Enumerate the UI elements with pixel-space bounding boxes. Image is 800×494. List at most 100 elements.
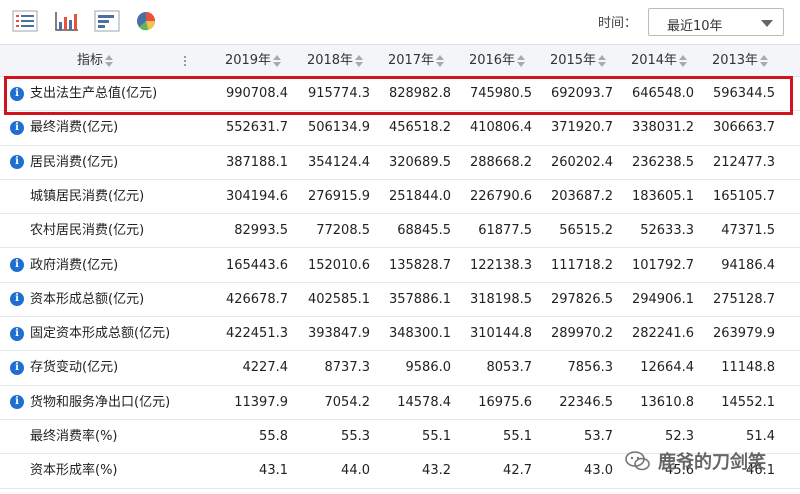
table-row: i 固定资本形成总额(亿元) 422451.3 393847.9 348300.1 310… <box>0 317 800 352</box>
table-row: i 最终消费(亿元) 552631.7 506134.9 456518.2 410806.… <box>0 111 800 146</box>
table-cell: 422451.3 <box>225 326 288 342</box>
table-cell: 8737.3 <box>324 360 371 376</box>
table-cell: 402585.1 <box>307 291 370 307</box>
table-cell: 915774.3 <box>307 86 370 101</box>
table-cell: 68845.5 <box>397 223 451 239</box>
info-icon[interactable]: i <box>10 360 24 375</box>
row-label: 城镇居民消费(亿元) <box>30 188 145 204</box>
row-indicator: 城镇居民消费(亿元) <box>10 180 144 214</box>
table-row: 城镇居民消费(亿元) 304194.6 276915.9 251844.0 226790… <box>0 180 800 215</box>
info-icon[interactable]: i <box>10 326 24 341</box>
table-cell: 152010.6 <box>307 257 370 273</box>
table-cell: 203687.2 <box>550 188 613 204</box>
table-cell: 43.2 <box>422 463 451 479</box>
table-cell: 552631.7 <box>225 120 288 136</box>
table-header: 指标 2019年 2018年 2017年 2016年 2015年 2014年 2013年 <box>0 44 800 77</box>
table-cell: 251844.0 <box>388 188 451 204</box>
info-icon[interactable]: i <box>10 120 24 135</box>
header-indicator[interactable]: 指标 <box>10 45 180 76</box>
table-cell: 183605.1 <box>631 188 694 204</box>
row-indicator: i 资本形成总额(亿元) <box>10 283 144 317</box>
header-year[interactable]: 2013年 <box>701 45 779 76</box>
table-cell: 297826.5 <box>550 291 613 307</box>
table-cell: 506134.9 <box>307 120 370 136</box>
table-cell: 282241.6 <box>631 326 694 342</box>
table-cell: 42.7 <box>503 463 532 479</box>
header-year[interactable]: 2014年 <box>620 45 698 76</box>
table-cell: 165443.6 <box>225 257 288 273</box>
table-cell: 52633.3 <box>640 223 694 239</box>
table-cell: 692093.7 <box>550 86 613 101</box>
header-year[interactable]: 2015年 <box>539 45 617 76</box>
watermark-text: 鹿爷的刀剑笑 <box>658 452 766 473</box>
header-year[interactable]: 2016年 <box>458 45 536 76</box>
time-range-value: 最近10年 <box>667 19 723 34</box>
header-year[interactable]: 2017年 <box>377 45 455 76</box>
row-indicator: i 固定资本形成总额(亿元) <box>10 317 170 351</box>
table-cell: 212477.3 <box>712 154 775 170</box>
table-cell: 320689.5 <box>388 154 451 170</box>
pie-chart-icon[interactable] <box>134 10 160 32</box>
table-cell: 289970.2 <box>550 326 613 342</box>
table-cell: 304194.6 <box>225 188 288 204</box>
sort-icon <box>679 54 688 67</box>
table-cell: 55.8 <box>259 429 288 444</box>
row-label: 最终消费率(%) <box>30 429 118 444</box>
table-cell: 165105.7 <box>712 188 775 204</box>
row-indicator: 农村居民消费(亿元) <box>10 214 144 248</box>
table-cell: 745980.5 <box>469 86 532 101</box>
row-label: 居民消费(亿元) <box>30 154 119 170</box>
time-range-select[interactable]: 最近10年 <box>648 8 784 36</box>
sort-icon <box>598 54 607 67</box>
table-row: i 货物和服务净出口(亿元) 11397.9 7054.2 14578.4 16975.6… <box>0 386 800 420</box>
row-label: 支出法生产总值(亿元) <box>30 86 158 101</box>
table-cell: 77208.5 <box>316 223 370 239</box>
column-grip-icon[interactable] <box>184 54 194 68</box>
table-cell: 55.1 <box>503 429 532 444</box>
table-cell: 53.7 <box>584 429 613 444</box>
bar-chart-icon[interactable] <box>54 10 80 32</box>
horizontal-bar-icon[interactable] <box>94 10 120 32</box>
wechat-icon <box>625 451 650 471</box>
table-cell: 22346.5 <box>559 394 613 410</box>
table-cell: 44.0 <box>341 463 370 479</box>
row-label: 农村居民消费(亿元) <box>30 223 145 239</box>
header-year[interactable]: 2019年 <box>214 45 292 76</box>
row-indicator: 资本形成率(%) <box>10 454 118 488</box>
table-cell: 426678.7 <box>225 291 288 307</box>
row-label: 资本形成率(%) <box>30 463 118 479</box>
table-cell: 288668.2 <box>469 154 532 170</box>
table-cell: 4227.4 <box>242 360 289 376</box>
table-cell: 236238.5 <box>631 154 694 170</box>
info-icon[interactable]: i <box>10 292 24 307</box>
sort-icon <box>517 54 526 67</box>
row-label: 政府消费(亿元) <box>30 257 119 273</box>
table-cell: 371920.7 <box>550 120 613 136</box>
info-icon[interactable]: i <box>10 155 24 170</box>
table-cell: 306663.7 <box>712 120 775 136</box>
table-cell: 7856.3 <box>567 360 614 376</box>
row-indicator: 最终消费率(%) <box>10 420 118 454</box>
table-cell: 43.1 <box>259 463 288 479</box>
info-icon[interactable]: i <box>10 395 24 410</box>
table-row: i 存货变动(亿元) 4227.4 8737.3 9586.0 8053.7 7856.3 1… <box>0 351 800 386</box>
list-icon[interactable] <box>12 10 38 32</box>
header-year[interactable]: 2018年 <box>296 45 374 76</box>
table-cell: 828982.8 <box>388 86 451 101</box>
table-cell: 111718.2 <box>550 257 613 273</box>
table-cell: 596344.5 <box>712 86 775 101</box>
table-cell: 275128.7 <box>712 291 775 307</box>
table-cell: 226790.6 <box>469 188 532 204</box>
info-icon[interactable]: i <box>10 86 24 101</box>
table-cell: 11397.9 <box>234 394 288 410</box>
table-cell: 43.0 <box>584 463 613 479</box>
table-cell: 122138.3 <box>469 257 532 273</box>
table-cell: 56515.2 <box>559 223 613 239</box>
table-cell: 276915.9 <box>307 188 370 204</box>
info-icon[interactable]: i <box>10 258 24 272</box>
row-indicator: i 最终消费(亿元) <box>10 111 118 145</box>
table-cell: 9586.0 <box>405 360 452 376</box>
table-cell: 14578.4 <box>397 394 451 410</box>
sort-icon <box>273 54 282 67</box>
table-cell: 338031.2 <box>631 120 694 136</box>
